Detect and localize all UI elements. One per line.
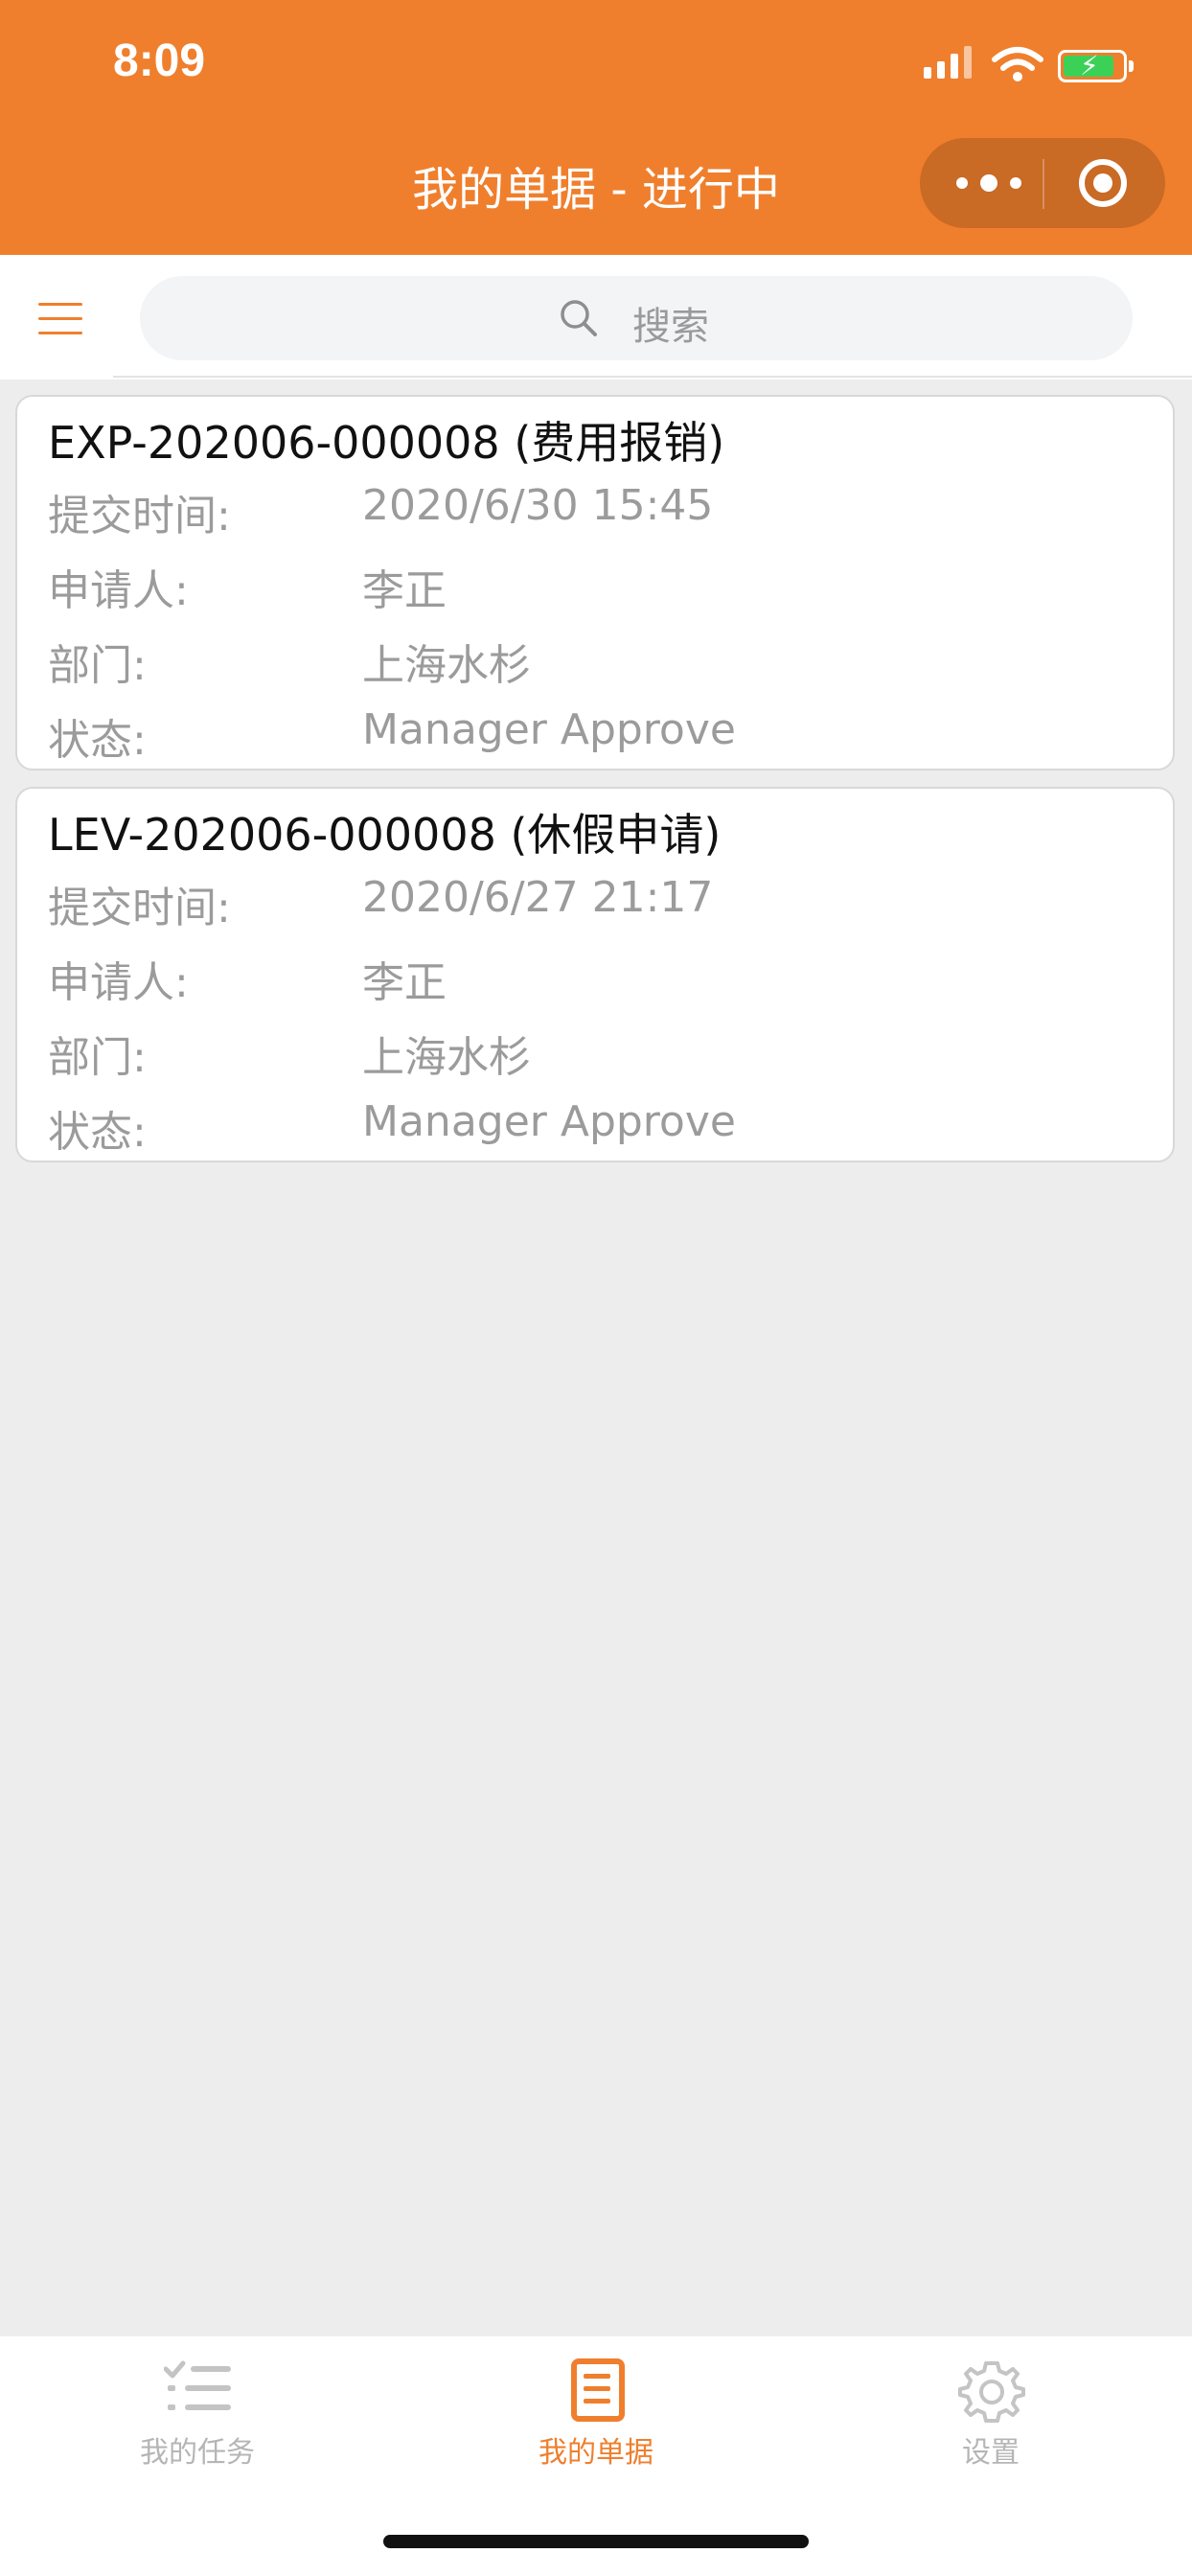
department-label: 部门:: [48, 1033, 147, 1082]
document-icon: [571, 2358, 625, 2422]
home-indicator: [383, 2535, 809, 2548]
document-title: EXP-202006-000008 (费用报销): [48, 417, 725, 469]
task-list-icon: [164, 2360, 231, 2410]
search-bar: 搜索: [0, 255, 1192, 380]
applicant-value: 李正: [362, 958, 447, 1007]
submit-time-value: 2020/6/27 21:17: [362, 873, 714, 922]
tab-label: 我的单据: [539, 2436, 653, 2470]
submit-time-value: 2020/6/30 15:45: [362, 481, 714, 530]
document-title: LEV-202006-000008 (休假申请): [48, 809, 722, 861]
wifi-icon: [992, 47, 1043, 81]
status-label: 状态:: [48, 716, 147, 765]
applicant-value: 李正: [362, 566, 447, 615]
status-value: Manager Approve: [362, 705, 736, 754]
applicant-label: 申请人:: [48, 958, 189, 1007]
more-icon[interactable]: [956, 159, 1021, 207]
gear-icon: [958, 2361, 1025, 2423]
tab-label: 设置: [962, 2436, 1020, 2470]
tab-my-documents[interactable]: 我的单据: [510, 2346, 682, 2471]
status-value: Manager Approve: [362, 1097, 736, 1146]
hamburger-menu-icon[interactable]: [38, 299, 82, 337]
document-card[interactable]: EXP-202006-000008 (费用报销) 提交时间: 2020/6/30…: [15, 395, 1175, 770]
search-placeholder: 搜索: [632, 305, 709, 349]
cellular-signal-icon: [924, 44, 974, 84]
submit-time-label: 提交时间:: [48, 884, 231, 932]
submit-time-label: 提交时间:: [48, 492, 231, 540]
miniprogram-capsule: [920, 138, 1165, 228]
tab-my-tasks[interactable]: 我的任务: [111, 2346, 284, 2471]
department-value: 上海水杉: [362, 641, 531, 690]
applicant-label: 申请人:: [48, 566, 189, 615]
status-label: 状态:: [48, 1108, 147, 1157]
tab-label: 我的任务: [140, 2436, 255, 2470]
tab-settings[interactable]: 设置: [905, 2346, 1077, 2471]
department-value: 上海水杉: [362, 1033, 531, 1082]
close-miniprogram-icon[interactable]: [1079, 159, 1127, 207]
search-divider: [113, 376, 1192, 378]
app-header: 8:09 ⚡ 我的单据 - 进行中: [0, 0, 1192, 255]
document-card[interactable]: LEV-202006-000008 (休假申请) 提交时间: 2020/6/27…: [15, 787, 1175, 1162]
search-input[interactable]: 搜索: [140, 276, 1133, 360]
department-label: 部门:: [48, 641, 147, 690]
capsule-divider: [1043, 159, 1044, 209]
search-icon: [561, 300, 597, 336]
status-time: 8:09: [113, 35, 206, 86]
battery-icon: ⚡: [1058, 50, 1134, 82]
